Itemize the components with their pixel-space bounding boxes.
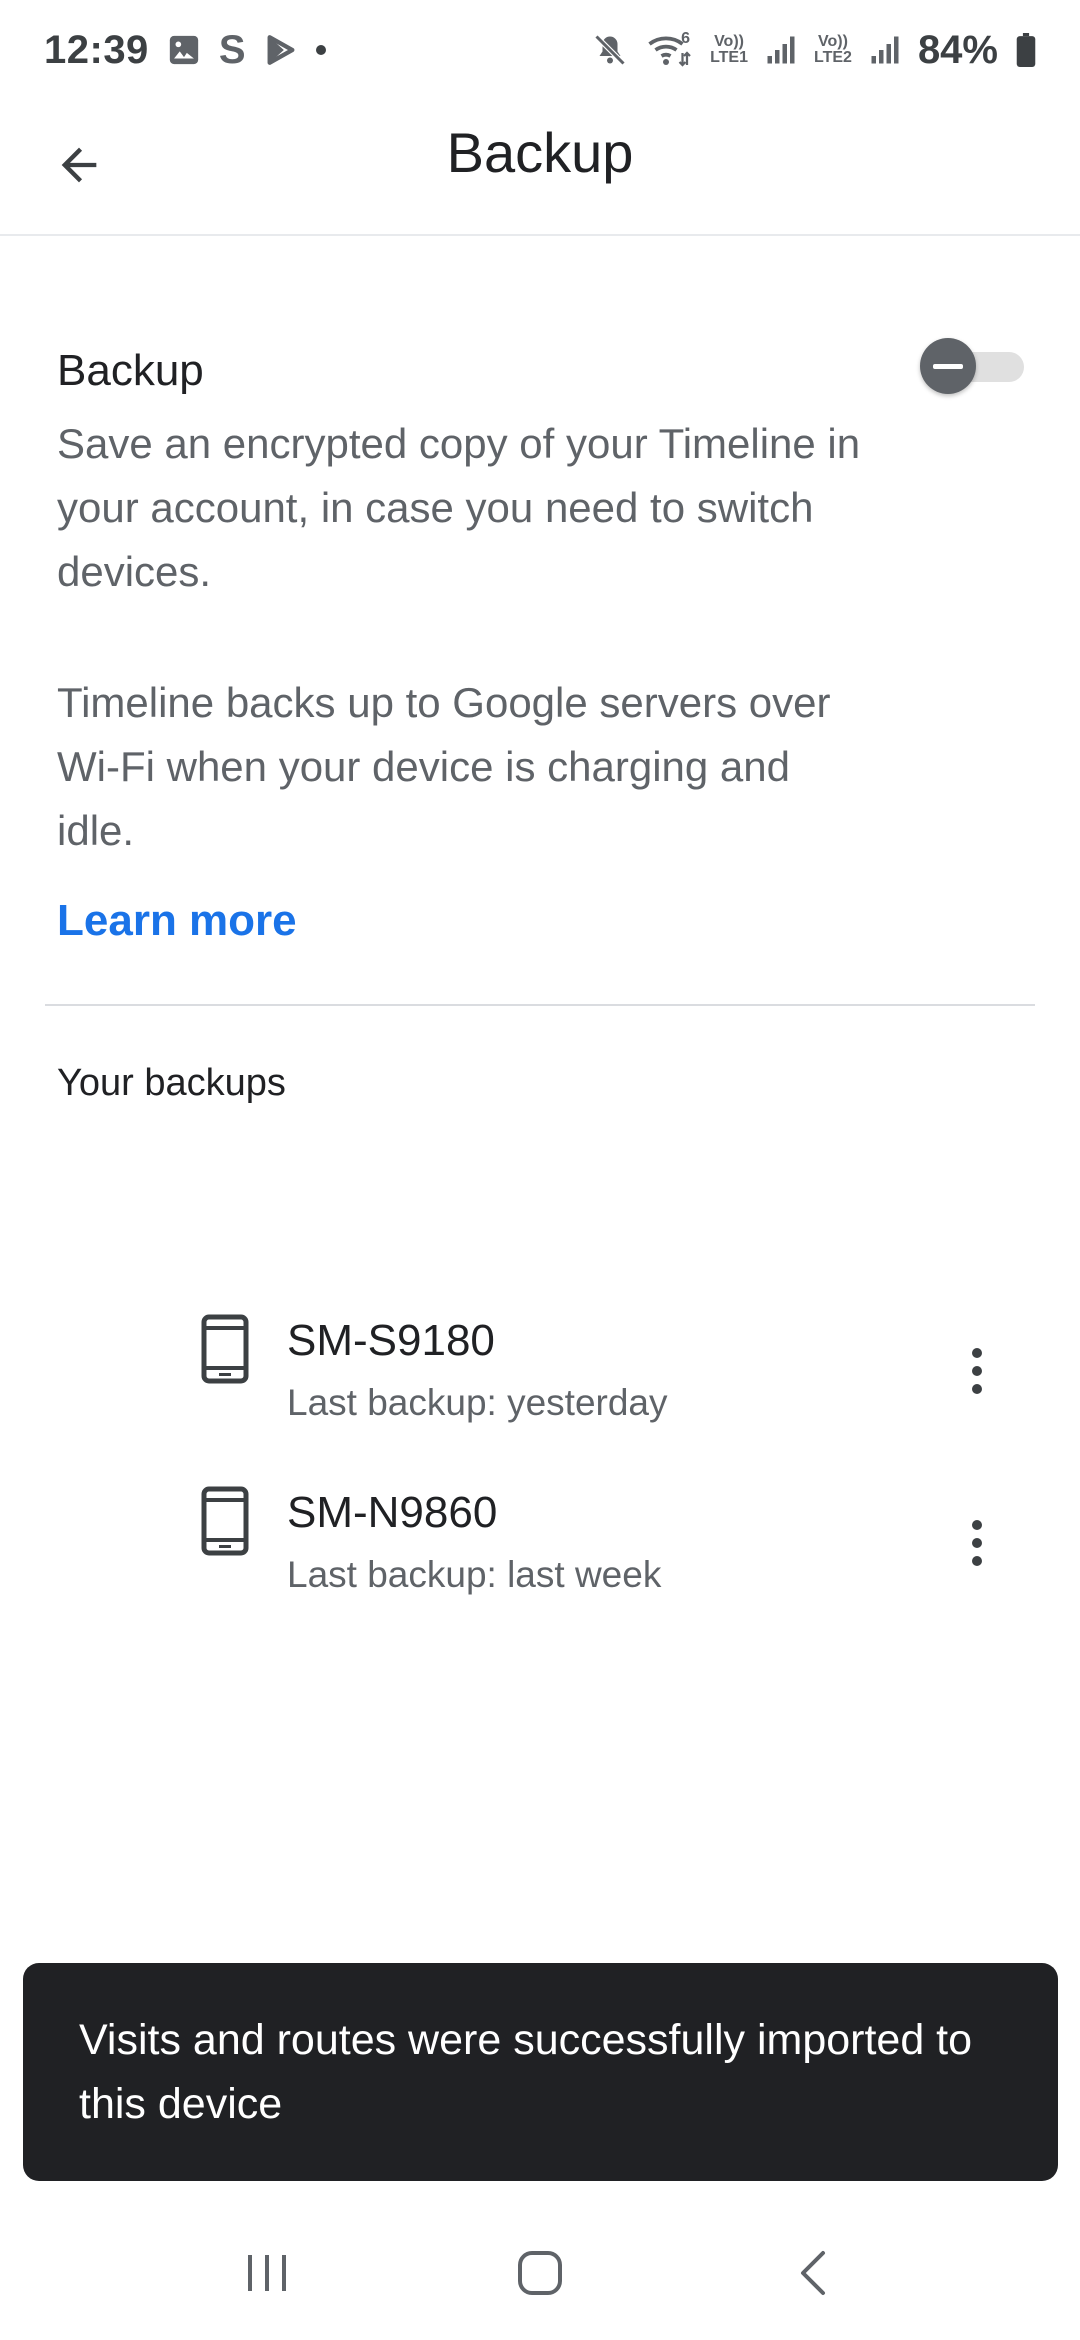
last-backup-text: Last backup: last week	[287, 1554, 662, 1595]
status-time: 12:39	[44, 27, 149, 72]
backup-description: Save an encrypted copy of your Timeline …	[57, 420, 861, 595]
toggle-thumb	[920, 338, 976, 394]
home-button[interactable]	[485, 2228, 595, 2318]
learn-more-link[interactable]: Learn more	[57, 896, 297, 946]
back-icon	[801, 2250, 826, 2295]
signal-2-icon	[870, 35, 900, 65]
mute-icon	[592, 32, 628, 68]
wifi-label: 6	[681, 30, 691, 47]
lte2-label: Vo)) LTE2	[814, 34, 852, 66]
your-backups-heading: Your backups	[57, 1062, 286, 1104]
backup-list-item[interactable]: SM-N9860 Last backup: last week	[0, 1482, 1080, 1612]
status-bar: 12:39 S 6 Vo)) LTE1 Vo)) LTE2 84%	[0, 0, 1080, 100]
minus-icon	[933, 363, 963, 369]
status-right: 6 Vo)) LTE1 Vo)) LTE2 84%	[592, 28, 1036, 73]
recents-icon	[247, 2254, 286, 2291]
more-options-button[interactable]	[952, 1508, 1002, 1578]
battery-percent: 84%	[917, 27, 998, 72]
nav-back-button[interactable]	[758, 2228, 868, 2318]
home-icon	[517, 2250, 562, 2295]
gallery-icon	[167, 33, 201, 67]
wifi-icon: 6	[646, 30, 692, 68]
system-nav-bar	[0, 2205, 1080, 2340]
app-bar: Backup	[0, 100, 1080, 236]
lte1-label: Vo)) LTE1	[710, 34, 748, 66]
snackbar-message: Visits and routes were successfully impo…	[79, 2016, 973, 2128]
lte2-text: LTE2	[814, 49, 852, 66]
play-store-icon	[264, 33, 298, 67]
more-vert-icon-dot	[972, 1556, 982, 1566]
backup-schedule-description: Timeline backs up to Google servers over…	[57, 679, 831, 854]
notification-dot-icon	[315, 45, 326, 55]
phone-icon	[201, 1486, 249, 1556]
signal-1-icon	[766, 35, 796, 65]
more-vert-icon-dot	[972, 1348, 982, 1358]
device-name: SM-S9180	[287, 1316, 495, 1365]
s-icon: S	[218, 27, 246, 72]
snackbar: Visits and routes were successfully impo…	[23, 1963, 1058, 2181]
more-vert-icon-dot	[972, 1520, 982, 1530]
backup-list-item[interactable]: SM-S9180 Last backup: yesterday	[0, 1310, 1080, 1440]
backup-screen: 12:39 S 6 Vo)) LTE1 Vo)) LTE2 84% Backup…	[0, 0, 1080, 2340]
device-name: SM-N9860	[287, 1488, 498, 1537]
lte1-vo-text: Vo))	[714, 33, 744, 50]
phone-icon	[201, 1314, 249, 1384]
section-divider	[45, 1004, 1035, 1006]
status-left: 12:39 S	[44, 28, 326, 73]
more-vert-icon-dot	[972, 1538, 982, 1548]
recents-button[interactable]	[212, 2228, 322, 2318]
more-vert-icon-dot	[972, 1366, 982, 1376]
more-vert-icon-dot	[972, 1384, 982, 1394]
backup-setting-title: Backup	[57, 346, 204, 395]
battery-icon	[1016, 33, 1036, 67]
lte1-text: LTE1	[710, 49, 748, 66]
lte2-vo-text: Vo))	[818, 33, 848, 50]
backup-toggle[interactable]	[920, 336, 1026, 396]
page-title: Backup	[446, 121, 634, 184]
last-backup-text: Last backup: yesterday	[287, 1382, 668, 1423]
more-options-button[interactable]	[952, 1336, 1002, 1406]
